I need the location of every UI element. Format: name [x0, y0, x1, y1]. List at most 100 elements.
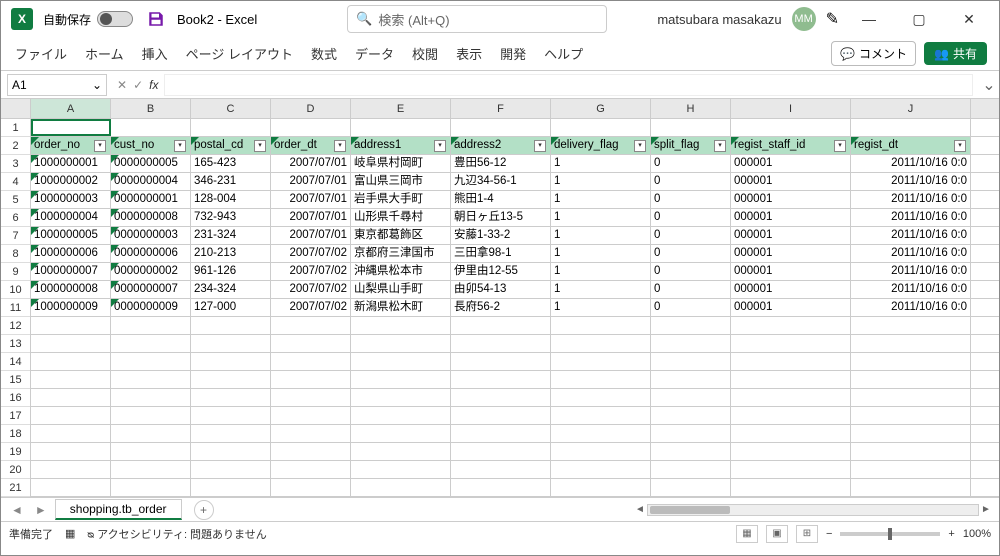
row-header[interactable]: 19	[1, 443, 30, 461]
cell[interactable]	[271, 371, 351, 388]
cancel-icon[interactable]: ✕	[117, 78, 127, 92]
cell[interactable]: 2011/10/16 0:0	[851, 209, 971, 226]
cell[interactable]: 0	[651, 173, 731, 190]
cell[interactable]	[31, 317, 111, 334]
filter-button[interactable]: ▾	[534, 140, 546, 152]
cell[interactable]	[651, 443, 731, 460]
cell[interactable]	[451, 317, 551, 334]
cell[interactable]	[551, 461, 651, 478]
sheet-nav-prev[interactable]: ◄	[7, 503, 27, 517]
cell[interactable]	[851, 425, 971, 442]
tab-formulas[interactable]: 数式	[309, 40, 339, 67]
cell[interactable]	[351, 425, 451, 442]
row-header[interactable]: 9	[1, 263, 30, 281]
cell[interactable]: 2007/07/01	[271, 155, 351, 172]
cell[interactable]	[851, 389, 971, 406]
cell[interactable]	[191, 317, 271, 334]
cell[interactable]: 1000000005	[31, 227, 111, 244]
cell[interactable]: 2011/10/16 0:0	[851, 299, 971, 316]
row-header[interactable]: 6	[1, 209, 30, 227]
filter-button[interactable]: ▾	[174, 140, 186, 152]
cell[interactable]	[651, 371, 731, 388]
cell[interactable]: 2011/10/16 0:0	[851, 245, 971, 262]
row-header[interactable]: 3	[1, 155, 30, 173]
tab-developer[interactable]: 開発	[498, 40, 528, 67]
cell[interactable]	[31, 389, 111, 406]
cell[interactable]	[731, 335, 851, 352]
cell[interactable]: 2011/10/16 0:0	[851, 281, 971, 298]
filter-button[interactable]: ▾	[714, 140, 726, 152]
cell[interactable]: 熊田1-4	[451, 191, 551, 208]
cell[interactable]	[551, 443, 651, 460]
cell[interactable]	[451, 335, 551, 352]
cell[interactable]: 231-324	[191, 227, 271, 244]
table-header[interactable]: address1▾	[351, 137, 451, 154]
add-sheet-button[interactable]: +	[194, 500, 214, 520]
cell[interactable]	[351, 317, 451, 334]
cell[interactable]	[111, 407, 191, 424]
cell[interactable]	[451, 425, 551, 442]
cell[interactable]: 000001	[731, 281, 851, 298]
filter-button[interactable]: ▾	[434, 140, 446, 152]
cell[interactable]	[191, 371, 271, 388]
cell[interactable]: 1	[551, 281, 651, 298]
cell[interactable]	[731, 461, 851, 478]
row-header[interactable]: 2	[1, 137, 30, 155]
fx-icon[interactable]: fx	[149, 78, 158, 92]
cell[interactable]	[111, 371, 191, 388]
cell[interactable]: 0000000001	[111, 191, 191, 208]
cell[interactable]: 0000000006	[111, 245, 191, 262]
cell[interactable]: 京都府三津国市	[351, 245, 451, 262]
cell[interactable]: 豊田56-12	[451, 155, 551, 172]
table-header[interactable]: regist_dt▾	[851, 137, 971, 154]
cell[interactable]	[451, 479, 551, 496]
cell[interactable]	[111, 425, 191, 442]
cell[interactable]: 0	[651, 155, 731, 172]
cell[interactable]	[31, 407, 111, 424]
cell[interactable]	[271, 425, 351, 442]
cell[interactable]	[271, 407, 351, 424]
cell[interactable]: 1000000006	[31, 245, 111, 262]
cell[interactable]	[731, 371, 851, 388]
cell[interactable]	[351, 443, 451, 460]
row-header[interactable]: 12	[1, 317, 30, 335]
cell[interactable]	[551, 479, 651, 496]
cell[interactable]	[551, 425, 651, 442]
cell[interactable]: 0	[651, 281, 731, 298]
cell[interactable]	[651, 461, 731, 478]
table-header[interactable]: order_dt▾	[271, 137, 351, 154]
cell[interactable]	[111, 443, 191, 460]
view-page[interactable]: ▣	[766, 525, 788, 543]
row-header[interactable]: 5	[1, 191, 30, 209]
col-header-I[interactable]: I	[731, 99, 851, 118]
cell[interactable]: 1	[551, 209, 651, 226]
cell[interactable]: 三田拿98-1	[451, 245, 551, 262]
cell[interactable]	[31, 461, 111, 478]
cell[interactable]	[351, 389, 451, 406]
cell[interactable]: 0000000007	[111, 281, 191, 298]
cell[interactable]	[271, 461, 351, 478]
cell[interactable]: 1	[551, 245, 651, 262]
cell[interactable]	[731, 425, 851, 442]
cell[interactable]	[451, 119, 551, 136]
cell[interactable]: 1000000009	[31, 299, 111, 316]
zoom-in[interactable]: +	[948, 528, 954, 540]
cell[interactable]	[551, 371, 651, 388]
tab-layout[interactable]: ページ レイアウト	[184, 40, 295, 67]
view-break[interactable]: ⊞	[796, 525, 818, 543]
table-header[interactable]: split_flag▾	[651, 137, 731, 154]
row-header[interactable]: 7	[1, 227, 30, 245]
cell[interactable]	[851, 119, 971, 136]
cell[interactable]: 2007/07/01	[271, 209, 351, 226]
row-header[interactable]: 20	[1, 461, 30, 479]
filter-button[interactable]: ▾	[634, 140, 646, 152]
cell[interactable]	[31, 479, 111, 496]
minimize-button[interactable]: —	[849, 4, 889, 34]
filter-button[interactable]: ▾	[834, 140, 846, 152]
cell[interactable]	[851, 371, 971, 388]
col-header-C[interactable]: C	[191, 99, 271, 118]
row-header[interactable]: 14	[1, 353, 30, 371]
cell[interactable]	[551, 353, 651, 370]
zoom-level[interactable]: 100%	[963, 528, 991, 540]
cell[interactable]	[651, 407, 731, 424]
